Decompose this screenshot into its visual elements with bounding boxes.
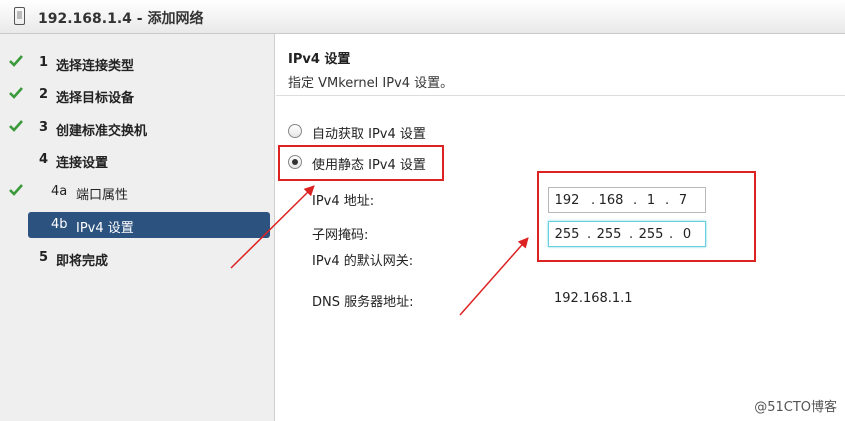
annotation-box-ip	[537, 171, 756, 262]
step-4[interactable]: 4 连接设置	[0, 147, 275, 173]
step-4b[interactable]: 4b IPv4 设置	[0, 212, 275, 238]
ipv4-address-label: IPv4 地址:	[312, 194, 375, 209]
step-label: 选择目标设备	[56, 91, 135, 106]
divider	[276, 95, 845, 96]
step-1[interactable]: 1 选择连接类型	[0, 50, 275, 76]
check-icon	[9, 120, 23, 132]
step-number: 4	[39, 152, 49, 167]
step-number: 2	[39, 87, 49, 102]
annotation-box-static	[278, 145, 444, 181]
wizard-steps-sidebar: 1 选择连接类型 2 选择目标设备 3 创建标准交换机 4 连接设置 4a 端口…	[0, 34, 275, 421]
host-device-icon	[14, 7, 25, 25]
step-label: 连接设置	[56, 156, 109, 171]
step-number: 5	[39, 250, 49, 265]
step-label: 创建标准交换机	[56, 124, 148, 139]
dns-label: DNS 服务器地址:	[312, 295, 414, 310]
window-titlebar: 192.168.1.4 - 添加网络	[0, 0, 845, 34]
step-number: 3	[39, 120, 49, 135]
step-4a[interactable]: 4a 端口属性	[0, 179, 275, 205]
section-subtitle: 指定 VMkernel IPv4 设置。	[288, 76, 454, 91]
step-label: 即将完成	[56, 254, 109, 269]
watermark: @51CTO博客	[754, 400, 837, 415]
step-5[interactable]: 5 即将完成	[0, 245, 275, 271]
step-3[interactable]: 3 创建标准交换机	[0, 115, 275, 141]
step-number: 1	[39, 55, 49, 70]
step-number: 4a	[51, 184, 68, 199]
window-title: 192.168.1.4 - 添加网络	[38, 11, 204, 27]
check-icon	[9, 87, 23, 99]
step-2[interactable]: 2 选择目标设备	[0, 82, 275, 108]
ipv4-settings-panel: IPv4 设置 指定 VMkernel IPv4 设置。 自动获取 IPv4 设…	[276, 34, 845, 421]
check-icon	[9, 55, 23, 67]
section-title: IPv4 设置	[288, 52, 351, 67]
gateway-label: IPv4 的默认网关:	[312, 254, 414, 269]
subnet-mask-label: 子网掩码:	[312, 228, 369, 243]
radio-label: 自动获取 IPv4 设置	[312, 127, 426, 142]
dns-value: 192.168.1.1	[554, 291, 633, 306]
radio-button[interactable]	[288, 124, 302, 138]
step-label: 端口属性	[76, 188, 129, 203]
step-label: IPv4 设置	[76, 221, 134, 236]
step-label: 选择连接类型	[56, 59, 135, 74]
step-number: 4b	[51, 217, 68, 232]
check-icon	[9, 184, 23, 196]
